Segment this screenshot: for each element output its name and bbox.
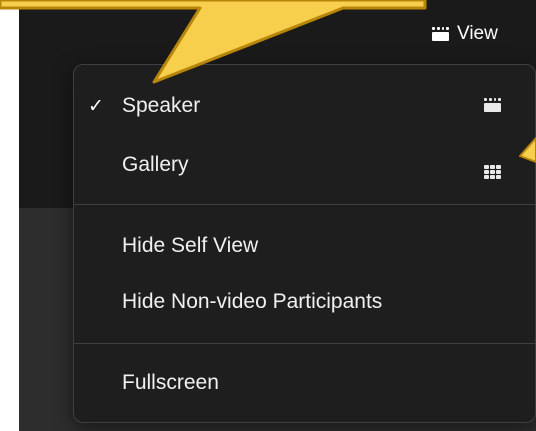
menu-item-fullscreen[interactable]: Fullscreen [74, 361, 535, 405]
menu-item-hide-self-view[interactable]: Hide Self View [74, 224, 535, 268]
menu-item-label: Fullscreen [122, 371, 219, 394]
menu-item-label: Gallery [122, 153, 189, 176]
check-icon: ✓ [88, 95, 104, 117]
gallery-view-icon [484, 151, 501, 179]
menu-item-label: Hide Non-video Participants [122, 290, 383, 313]
menu-separator [74, 204, 535, 205]
view-button-label: View [457, 23, 498, 44]
speaker-view-icon [484, 94, 501, 118]
menu-item-hide-non-video[interactable]: Hide Non-video Participants [74, 280, 535, 324]
menu-item-label: Speaker [122, 94, 201, 117]
menu-item-speaker[interactable]: ✓ Speaker [74, 84, 535, 128]
menu-separator [74, 343, 535, 344]
menu-item-label: Hide Self View [122, 234, 259, 257]
view-button[interactable]: View [432, 20, 498, 48]
speaker-view-icon [432, 27, 449, 41]
view-menu: ✓ Speaker Gallery Hide Self View Hide No… [73, 64, 536, 423]
menu-item-gallery[interactable]: Gallery [74, 143, 535, 187]
